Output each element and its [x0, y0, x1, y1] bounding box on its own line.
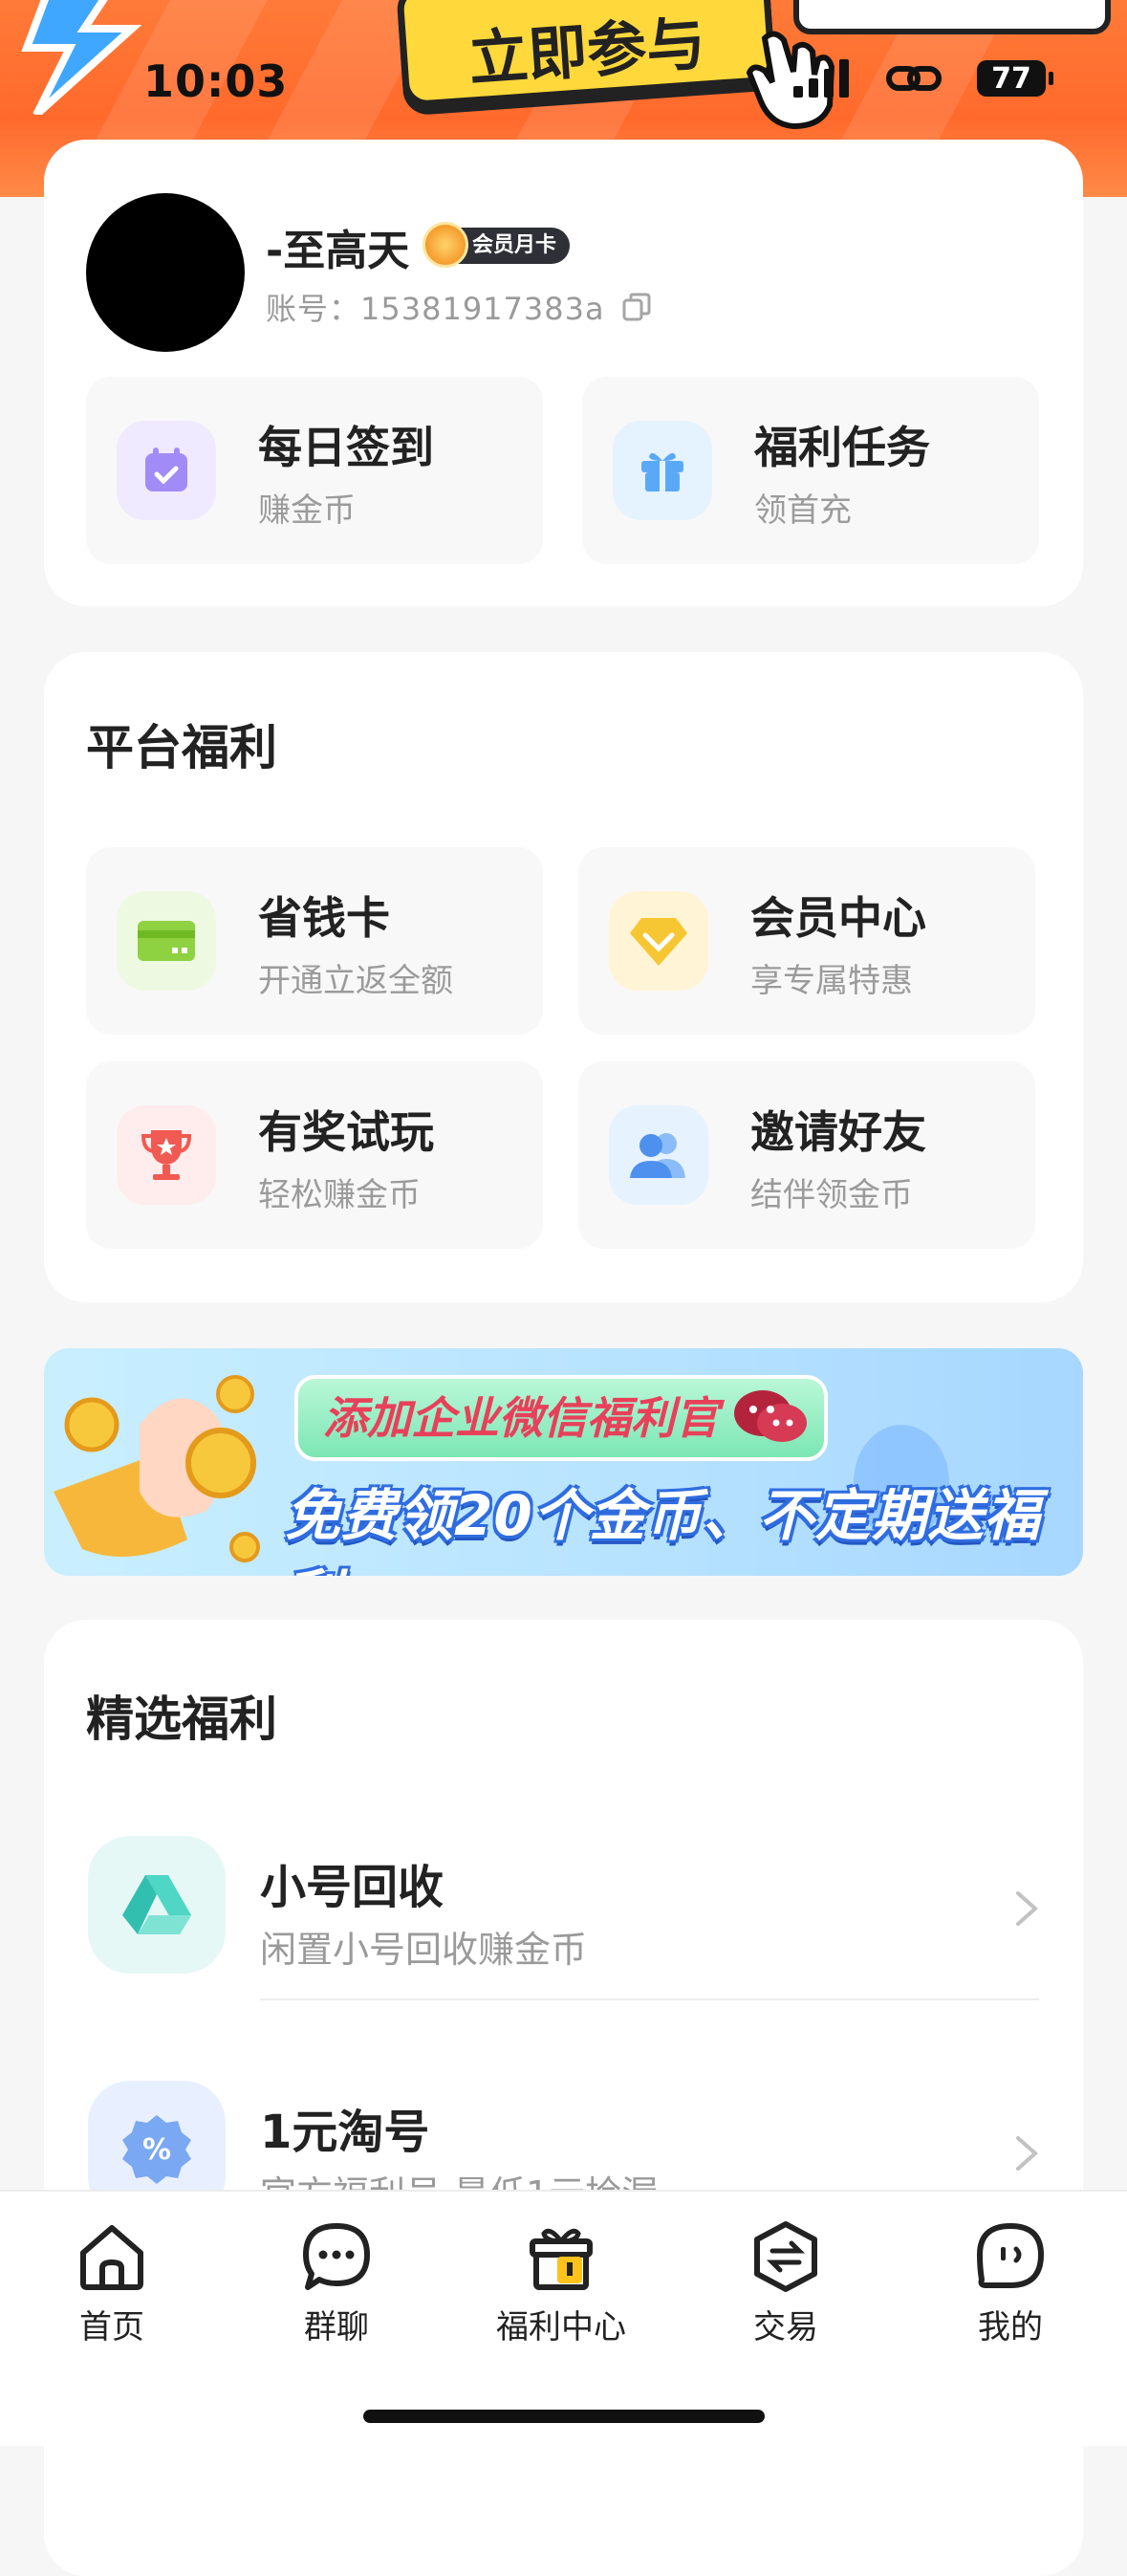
users-icon	[609, 1105, 708, 1205]
bottom-tab-bar: 首页 群聊 福利中心 交易 我的	[0, 2190, 1127, 2446]
tab-trade[interactable]: 交易	[714, 2220, 857, 2347]
gift-box-icon	[530, 2228, 593, 2290]
vip-badge[interactable]: 会员月卡	[423, 222, 571, 268]
profile-card: -至高天 会员月卡 账号：15381917383a 每日签到 赚金币 福利任务 …	[44, 140, 1083, 606]
selected-welfare-title: 精选福利	[86, 1692, 277, 1747]
invite-friends-tile[interactable]: 邀请好友 结伴领金币	[578, 1061, 1035, 1249]
join-now-label: 立即参与	[466, 8, 708, 95]
trial-play-tile[interactable]: 有奖试玩 轻松赚金币	[86, 1061, 543, 1249]
tab-group-chat-label: 群聊	[304, 2308, 369, 2347]
home-icon	[80, 2225, 143, 2290]
member-center-title: 会员中心	[750, 892, 926, 944]
welfare-task-title: 福利任务	[754, 422, 930, 473]
svg-text:%: %	[142, 2133, 171, 2167]
account-value: 15381917383a	[360, 291, 605, 327]
tab-trade-label: 交易	[753, 2308, 818, 2347]
status-icons: 77	[793, 59, 1053, 98]
invite-friends-subtitle: 结伴领金币	[750, 1176, 913, 1214]
exchange-icon	[754, 2221, 817, 2292]
recycle-triangle-icon	[88, 1836, 226, 1974]
daily-checkin-subtitle: 赚金币	[258, 491, 356, 530]
account-recycle-subtitle: 闲置小号回收赚金币	[260, 1929, 588, 1971]
tab-welfare-center[interactable]: 福利中心	[489, 2220, 633, 2347]
username: -至高天	[266, 227, 410, 275]
invite-friends-title: 邀请好友	[750, 1106, 926, 1158]
promo-main-text: 免费领20个金币、不定期送福利	[285, 1483, 1041, 1576]
home-indicator[interactable]	[363, 2410, 765, 2423]
saving-card-subtitle: 开通立返全额	[258, 962, 453, 1000]
one-yuan-account-title: 1元淘号	[260, 2106, 430, 2159]
diamond-icon	[609, 891, 708, 991]
member-center-subtitle: 享专属特惠	[750, 962, 913, 1000]
tab-mine[interactable]: 我的	[939, 2220, 1082, 2347]
promo-tag-label: 添加企业微信福利官	[323, 1392, 719, 1444]
tab-welfare-center-label: 福利中心	[496, 2308, 626, 2347]
account-recycle-item[interactable]: 小号回收 闲置小号回收赚金币	[44, 1801, 1083, 2012]
calendar-check-icon	[117, 421, 216, 520]
status-time: 10:03	[143, 55, 289, 107]
copy-icon[interactable]	[622, 293, 651, 321]
link-icon	[886, 66, 942, 91]
tab-group-chat[interactable]: 群聊	[265, 2220, 408, 2347]
daily-checkin-title: 每日签到	[258, 422, 434, 473]
vip-crown-icon	[423, 222, 468, 268]
join-now-button[interactable]: 立即参与	[396, 0, 776, 109]
wechat-icon	[734, 1390, 807, 1442]
account-row: 账号：15381917383a	[266, 285, 651, 329]
vip-badge-label: 会员月卡	[472, 233, 557, 257]
battery-level: 77	[991, 61, 1031, 96]
wechat-promo-banner[interactable]: 添加企业微信福利官 免费领20个金币、不定期送福利	[44, 1348, 1083, 1576]
card-icon	[117, 891, 216, 991]
profile-icon	[977, 2223, 1044, 2288]
account-recycle-title: 小号回收	[260, 1861, 444, 1914]
trophy-icon	[117, 1105, 216, 1205]
tab-home[interactable]: 首页	[40, 2220, 184, 2347]
avatar[interactable]	[86, 193, 245, 352]
gift-icon	[613, 421, 712, 520]
coin-hand-illustration	[54, 1375, 260, 1562]
saving-card-title: 省钱卡	[258, 892, 390, 944]
list-divider	[260, 1998, 1039, 2000]
welfare-task-subtitle: 领首充	[754, 491, 852, 530]
member-center-tile[interactable]: 会员中心 享专属特惠	[578, 847, 1035, 1035]
account-label: 账号：	[266, 291, 361, 327]
trial-play-subtitle: 轻松赚金币	[258, 1176, 421, 1214]
chevron-right-icon	[1016, 1891, 1039, 1926]
chevron-right-icon	[1016, 2136, 1039, 2171]
trial-play-title: 有奖试玩	[258, 1106, 434, 1158]
welfare-task-tile[interactable]: 福利任务 领首充	[582, 377, 1039, 564]
lightning-bolt-icon	[21, 0, 141, 115]
platform-welfare-title: 平台福利	[86, 720, 277, 775]
platform-welfare-card: 平台福利 省钱卡 开通立返全额 会员中心 享专属特惠 有奖试玩 轻松赚金币 邀请…	[44, 652, 1083, 1302]
tab-home-label: 首页	[79, 2308, 144, 2347]
chat-icon	[303, 2223, 370, 2290]
battery-indicator: 77	[977, 60, 1053, 97]
tab-mine-label: 我的	[978, 2308, 1043, 2347]
saving-card-tile[interactable]: 省钱卡 开通立返全额	[86, 847, 543, 1035]
signal-icon	[793, 59, 849, 98]
daily-checkin-tile[interactable]: 每日签到 赚金币	[86, 377, 543, 564]
